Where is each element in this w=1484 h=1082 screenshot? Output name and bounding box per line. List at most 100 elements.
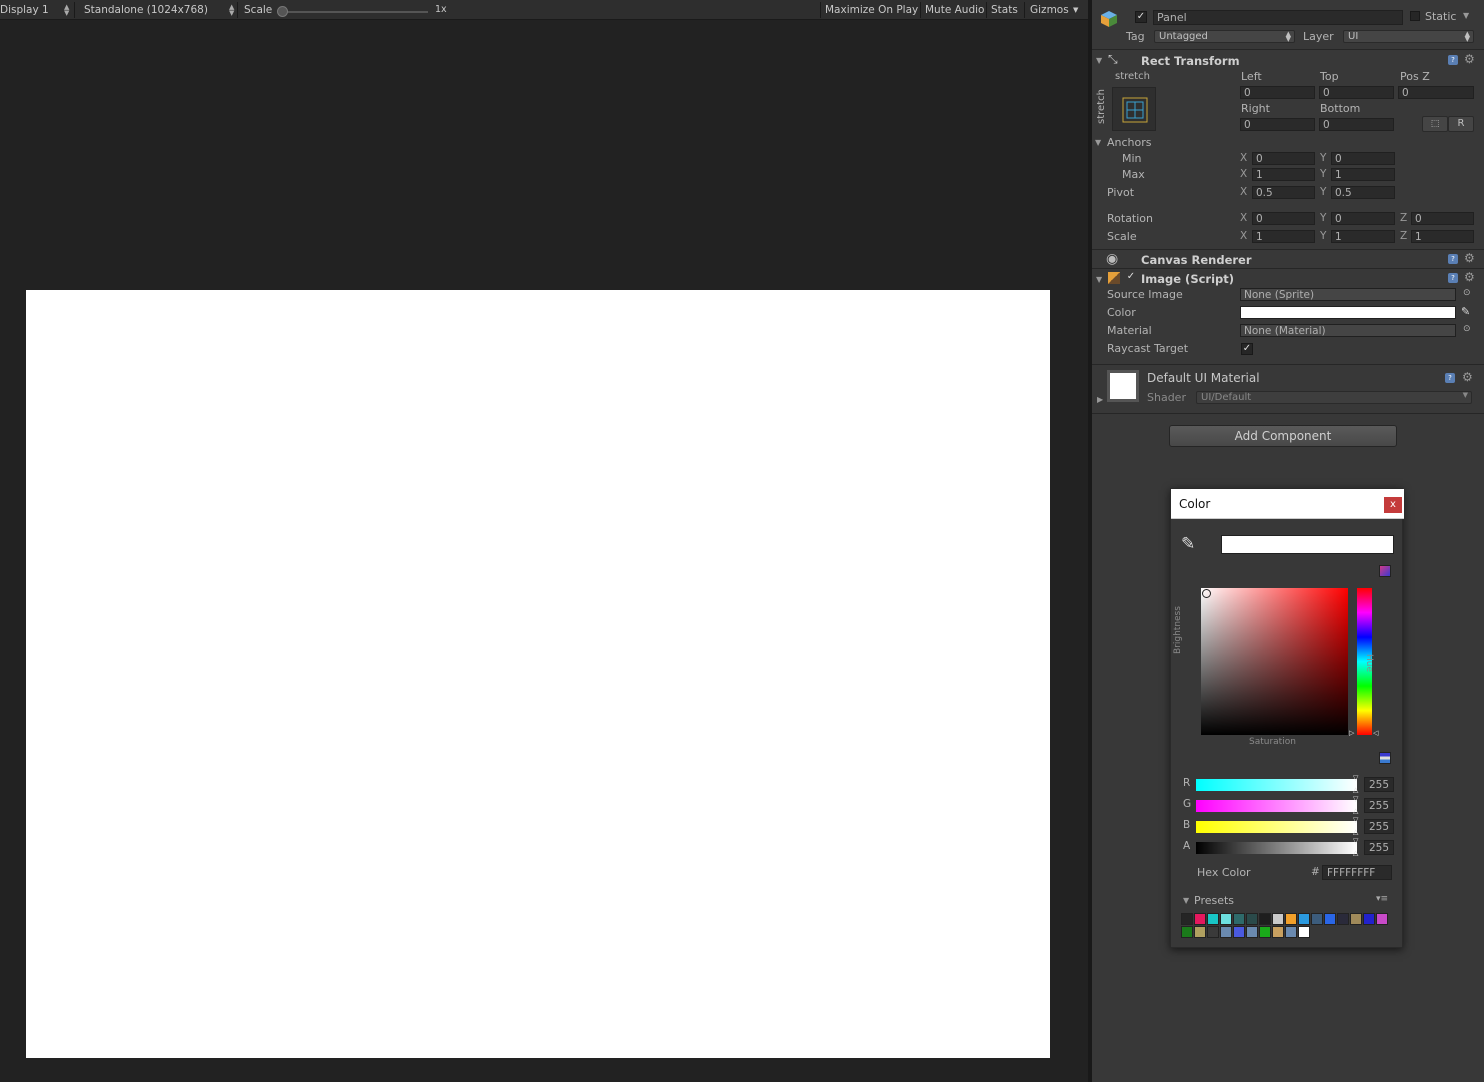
- hue-handle-right-icon[interactable]: ◁: [1373, 729, 1378, 737]
- blueprint-mode-button[interactable]: ⬚: [1422, 116, 1448, 132]
- display-dropdown[interactable]: Display 1: [0, 0, 49, 20]
- stats-toggle[interactable]: Stats: [991, 0, 1018, 20]
- maximize-on-play-toggle[interactable]: Maximize On Play: [825, 0, 918, 20]
- anchor-min-x-field[interactable]: 0: [1252, 152, 1315, 165]
- source-image-field[interactable]: None (Sprite): [1240, 288, 1456, 301]
- raycast-target-checkbox[interactable]: ✓: [1241, 343, 1253, 355]
- preset-swatch[interactable]: [1194, 926, 1206, 938]
- preset-swatch[interactable]: [1324, 913, 1336, 925]
- channel-b-handle[interactable]: ▽ △: [1353, 817, 1359, 837]
- preset-swatch[interactable]: [1207, 913, 1219, 925]
- anchors-foldout-icon[interactable]: ▼: [1095, 138, 1101, 147]
- anchor-presets-button[interactable]: [1112, 87, 1156, 131]
- shader-dropdown[interactable]: UI/Default ▼: [1196, 391, 1472, 404]
- object-picker-icon[interactable]: ⊙: [1463, 324, 1471, 334]
- scale-slider-thumb[interactable]: [277, 6, 288, 17]
- object-name-field[interactable]: Panel: [1153, 10, 1403, 25]
- close-button[interactable]: x: [1384, 497, 1402, 513]
- material-foldout-icon[interactable]: ▶: [1097, 395, 1103, 404]
- help-icon[interactable]: ?: [1448, 254, 1458, 264]
- anchor-max-x-field[interactable]: 1: [1252, 168, 1315, 181]
- channel-r-slider[interactable]: [1196, 779, 1357, 791]
- preset-swatch[interactable]: [1233, 913, 1245, 925]
- material-field[interactable]: None (Material): [1240, 324, 1456, 337]
- rect-transform-foldout-icon[interactable]: ▼: [1096, 56, 1102, 65]
- preset-swatch[interactable]: [1259, 926, 1271, 938]
- preset-swatch[interactable]: [1350, 913, 1362, 925]
- channel-b-slider[interactable]: [1196, 821, 1357, 833]
- channel-r-handle[interactable]: ▽ △: [1353, 775, 1359, 795]
- layer-dropdown[interactable]: UI ▲ ▼: [1343, 30, 1474, 43]
- static-dropdown-arrow-icon[interactable]: ▼: [1463, 11, 1469, 20]
- help-icon[interactable]: ?: [1448, 273, 1458, 283]
- preset-swatch[interactable]: [1181, 913, 1193, 925]
- settings-gear-icon[interactable]: ⚙: [1464, 53, 1475, 65]
- left-field[interactable]: 0: [1240, 86, 1315, 99]
- mute-audio-toggle[interactable]: Mute Audio: [925, 0, 984, 20]
- preset-swatch[interactable]: [1246, 926, 1258, 938]
- static-checkbox[interactable]: [1410, 11, 1420, 21]
- color-swatch-field[interactable]: [1240, 306, 1456, 319]
- sv-picker-handle[interactable]: [1202, 589, 1211, 598]
- help-icon[interactable]: ?: [1445, 373, 1455, 383]
- saturation-brightness-box[interactable]: [1201, 588, 1348, 735]
- pivot-x-field[interactable]: 0.5: [1252, 186, 1315, 199]
- object-active-checkbox[interactable]: ✓: [1135, 11, 1147, 23]
- channel-g-handle[interactable]: ▽ △: [1353, 796, 1359, 816]
- channel-b-value[interactable]: 255: [1364, 819, 1394, 834]
- scale-z-field[interactable]: 1: [1411, 230, 1474, 243]
- slider-mode-icon[interactable]: [1379, 752, 1391, 764]
- settings-gear-icon[interactable]: ⚙: [1464, 271, 1475, 283]
- preset-swatch[interactable]: [1337, 913, 1349, 925]
- gizmos-toggle[interactable]: Gizmos: [1030, 0, 1069, 20]
- scale-y-field[interactable]: 1: [1331, 230, 1395, 243]
- preset-swatch[interactable]: [1285, 926, 1297, 938]
- image-enabled-checkbox[interactable]: ✓: [1125, 272, 1137, 284]
- color-mode-icon[interactable]: [1379, 565, 1391, 577]
- add-component-button[interactable]: Add Component: [1169, 425, 1397, 447]
- eyedropper-icon[interactable]: ✎: [1181, 534, 1195, 554]
- resolution-dropdown[interactable]: Standalone (1024x768): [84, 0, 208, 20]
- eyedropper-icon[interactable]: ✎: [1461, 305, 1470, 318]
- preset-swatch[interactable]: [1376, 913, 1388, 925]
- preset-swatch[interactable]: [1233, 926, 1245, 938]
- preset-swatch[interactable]: [1259, 913, 1271, 925]
- anchor-max-y-field[interactable]: 1: [1331, 168, 1395, 181]
- bottom-field[interactable]: 0: [1319, 118, 1394, 131]
- preset-swatch[interactable]: [1272, 913, 1284, 925]
- preset-swatch[interactable]: [1194, 913, 1206, 925]
- image-foldout-icon[interactable]: ▼: [1096, 275, 1102, 284]
- preset-swatch[interactable]: [1298, 913, 1310, 925]
- rotation-y-field[interactable]: 0: [1331, 212, 1395, 225]
- settings-gear-icon[interactable]: ⚙: [1464, 252, 1475, 264]
- anchor-min-y-field[interactable]: 0: [1331, 152, 1395, 165]
- preset-swatch[interactable]: [1181, 926, 1193, 938]
- scale-x-field[interactable]: 1: [1252, 230, 1315, 243]
- preset-swatch[interactable]: [1363, 913, 1375, 925]
- preset-swatch[interactable]: [1272, 926, 1284, 938]
- presets-foldout-icon[interactable]: ▼: [1183, 896, 1189, 905]
- channel-a-handle[interactable]: ▽ △: [1353, 838, 1359, 858]
- preset-swatch[interactable]: [1207, 926, 1219, 938]
- preset-swatch[interactable]: [1311, 913, 1323, 925]
- pivot-y-field[interactable]: 0.5: [1331, 186, 1395, 199]
- top-field[interactable]: 0: [1319, 86, 1394, 99]
- scale-slider-track[interactable]: [282, 11, 428, 13]
- preset-swatch[interactable]: [1220, 926, 1232, 938]
- tag-dropdown[interactable]: Untagged ▲ ▼: [1154, 30, 1295, 43]
- help-icon[interactable]: ?: [1448, 55, 1458, 65]
- preset-swatch[interactable]: [1220, 913, 1232, 925]
- rotation-x-field[interactable]: 0: [1252, 212, 1315, 225]
- posz-field[interactable]: 0: [1398, 86, 1474, 99]
- channel-g-value[interactable]: 255: [1364, 798, 1394, 813]
- object-picker-icon[interactable]: ⊙: [1463, 288, 1471, 298]
- channel-r-value[interactable]: 255: [1364, 777, 1394, 792]
- hex-color-field[interactable]: FFFFFFFF: [1322, 865, 1392, 880]
- channel-a-slider[interactable]: [1196, 842, 1357, 854]
- preset-swatch[interactable]: [1298, 926, 1310, 938]
- raw-edit-button[interactable]: R: [1448, 116, 1474, 132]
- channel-a-value[interactable]: 255: [1364, 840, 1394, 855]
- preset-swatch[interactable]: [1246, 913, 1258, 925]
- gizmos-dropdown-arrow-icon[interactable]: ▼: [1073, 0, 1078, 20]
- hue-handle-left-icon[interactable]: ▷: [1349, 729, 1354, 737]
